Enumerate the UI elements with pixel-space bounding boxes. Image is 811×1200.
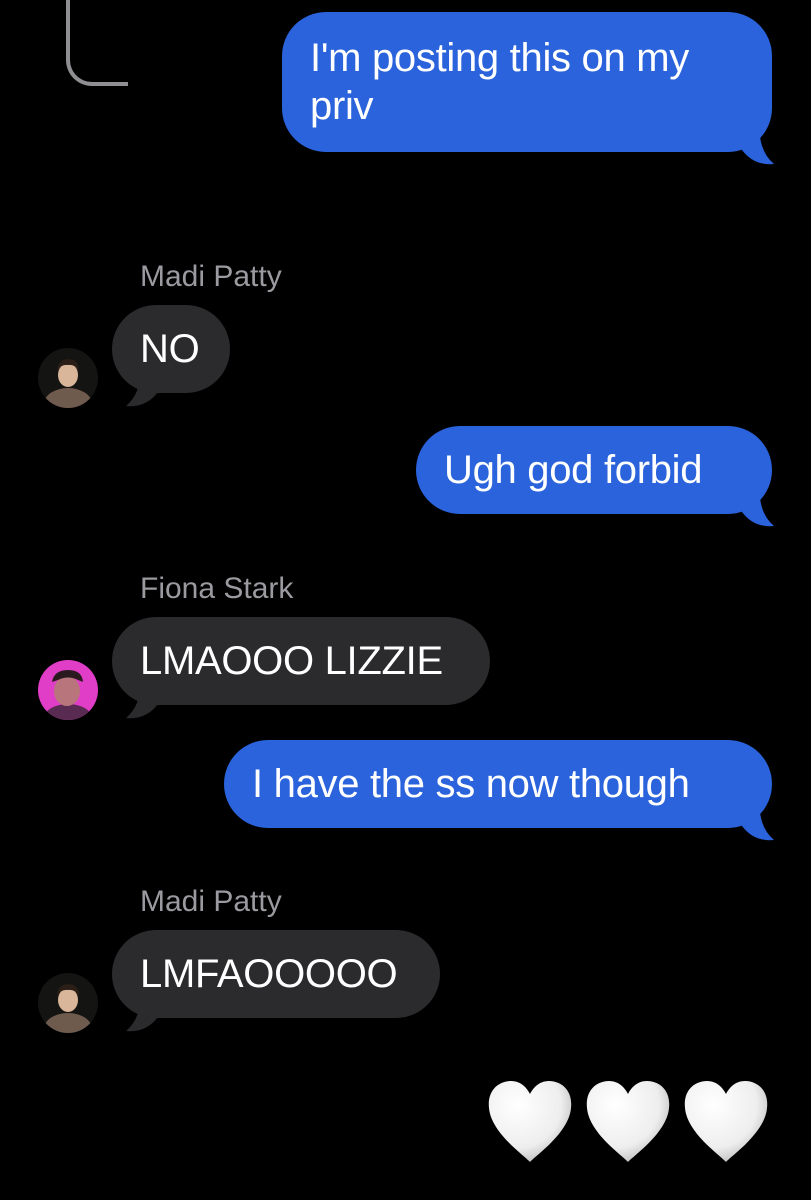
bubble-tail xyxy=(742,812,774,841)
message-text: LMFAOOOOO xyxy=(140,952,398,996)
received-message-bubble[interactable]: LMAOOO LIZZIE xyxy=(112,617,490,705)
sent-message-bubble[interactable]: I'm posting this on my priv xyxy=(282,12,772,152)
fiona-stark-avatar[interactable] xyxy=(38,660,98,720)
sender-name: Fiona Stark xyxy=(140,572,294,605)
message-text-line: I'm posting this on my xyxy=(310,36,689,80)
white-heart-icon xyxy=(681,1078,771,1170)
sent-message-bubble[interactable]: I have the ss now though xyxy=(224,740,772,828)
sender-name: Madi Patty xyxy=(140,260,282,293)
madi-patty-avatar[interactable] xyxy=(38,973,98,1033)
bubble-tail xyxy=(126,1003,158,1032)
message-text-line: priv xyxy=(310,84,374,128)
bubble-tail xyxy=(126,690,158,719)
message-text: Ugh god forbid xyxy=(444,448,703,492)
bubble-tail xyxy=(742,498,774,527)
bubble-tail xyxy=(742,136,774,165)
reply-thread-line xyxy=(66,0,128,86)
madi-patty-avatar[interactable] xyxy=(38,348,98,408)
bubble-tail xyxy=(126,378,158,407)
sender-name: Madi Patty xyxy=(140,885,282,918)
white-heart-icon xyxy=(583,1078,673,1170)
message-text: I have the ss now though xyxy=(252,762,690,806)
white-heart-reactions xyxy=(485,1078,771,1170)
message-text: NO xyxy=(140,327,200,371)
received-message-bubble[interactable]: LMFAOOOOO xyxy=(112,930,440,1018)
white-heart-icon xyxy=(485,1078,575,1170)
sent-message-bubble[interactable]: Ugh god forbid xyxy=(416,426,772,514)
message-text: LMAOOO LIZZIE xyxy=(140,639,443,683)
